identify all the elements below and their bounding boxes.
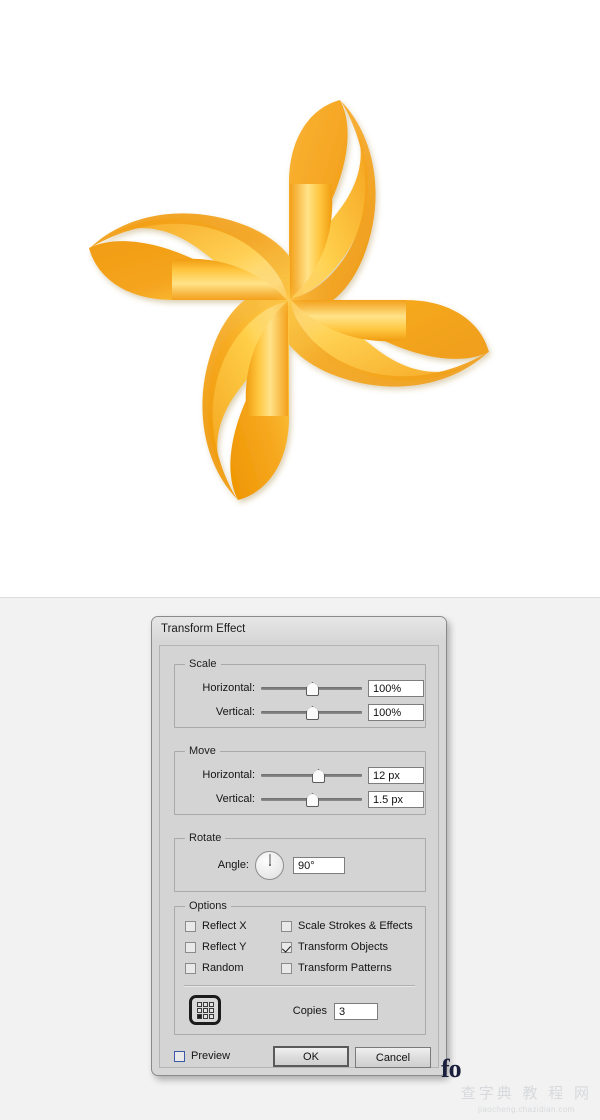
- move-horizontal-row: Horizontal: 12 px: [175, 766, 425, 784]
- illustration-panel: [0, 0, 600, 598]
- checkbox-scale-strokes-effects[interactable]: Scale Strokes & Effects: [281, 920, 413, 932]
- move-legend: Move: [185, 745, 220, 757]
- copies-label: Copies: [292, 1005, 327, 1017]
- angle-dial-hub: [268, 864, 271, 866]
- checkbox-reflect-x[interactable]: Reflect X: [185, 920, 247, 932]
- dialog-title: Transform Effect: [152, 617, 446, 641]
- anchor-cell-top-right[interactable]: [208, 1001, 214, 1007]
- scale-horizontal-slider[interactable]: [261, 682, 362, 696]
- checkbox-label: Scale Strokes & Effects: [298, 920, 413, 932]
- pinwheel-graphic: [89, 100, 489, 500]
- move-vertical-slider[interactable]: [261, 793, 362, 807]
- move-horizontal-field[interactable]: 12 px: [368, 766, 424, 784]
- slider-thumb[interactable]: [306, 793, 319, 807]
- checkbox-box[interactable]: [185, 962, 196, 974]
- angle-label: Angle:: [217, 859, 249, 871]
- anchor-cell-bottom-right[interactable]: [208, 1013, 214, 1019]
- reference-point-grid[interactable]: [196, 1001, 214, 1019]
- rotate-group: Rotate Angle: 90°: [174, 832, 426, 892]
- anchor-cell-middle-right[interactable]: [208, 1007, 214, 1013]
- anchor-cell-middle-center[interactable]: [202, 1007, 208, 1013]
- checkbox-box[interactable]: [174, 1050, 185, 1062]
- angle-dial[interactable]: [255, 850, 284, 880]
- scale-vertical-field[interactable]: 100%: [368, 703, 424, 721]
- options-group: Options Reflect X Reflect Y Random Scale…: [174, 900, 426, 1035]
- slider-thumb[interactable]: [306, 706, 319, 720]
- checkbox-label: Random: [202, 962, 244, 974]
- checkbox-box[interactable]: [281, 920, 292, 932]
- cancel-button[interactable]: Cancel: [355, 1047, 431, 1068]
- checkbox-box[interactable]: [281, 962, 292, 974]
- anchor-cell-top-left[interactable]: [196, 1001, 202, 1007]
- checkbox-label: Reflect Y: [202, 941, 247, 953]
- move-vertical-field[interactable]: 1.5 px: [368, 790, 424, 808]
- scale-vertical-label: Vertical:: [215, 706, 255, 718]
- ok-button[interactable]: OK: [273, 1046, 349, 1067]
- checkbox-box[interactable]: [281, 941, 292, 953]
- checkbox-label: Reflect X: [202, 920, 247, 932]
- scale-horizontal-field[interactable]: 100%: [368, 679, 424, 697]
- checkbox-box[interactable]: [185, 941, 196, 953]
- anchor-cell-middle-left[interactable]: [196, 1007, 202, 1013]
- slider-track: [261, 774, 362, 777]
- checkbox-label: Preview: [191, 1050, 231, 1062]
- scale-horizontal-label: Horizontal:: [202, 682, 255, 694]
- move-horizontal-label: Horizontal:: [202, 769, 255, 781]
- move-vertical-label: Vertical:: [215, 793, 255, 805]
- checkbox-label: Transform Objects: [298, 941, 389, 953]
- checkbox-random[interactable]: Random: [185, 962, 244, 974]
- watermark-url: jiaocheng.chazidian.com: [477, 1105, 575, 1114]
- options-legend: Options: [185, 900, 231, 912]
- scale-legend: Scale: [185, 658, 221, 670]
- angle-field[interactable]: 90°: [293, 856, 345, 874]
- anchor-cell-bottom-left[interactable]: [196, 1013, 202, 1019]
- slider-thumb[interactable]: [306, 682, 319, 696]
- scale-vertical-slider[interactable]: [261, 706, 362, 720]
- checkbox-box[interactable]: [185, 920, 196, 932]
- options-divider: [184, 985, 415, 987]
- move-group: Move Horizontal: 12 px Vertical: 1.5 px: [174, 745, 426, 815]
- reference-point-selector[interactable]: [189, 995, 221, 1025]
- partial-logo-glyph: fo: [441, 1054, 462, 1083]
- anchor-cell-bottom-center[interactable]: [202, 1013, 208, 1019]
- anchor-cell-top-center[interactable]: [202, 1001, 208, 1007]
- scale-vertical-row: Vertical: 100%: [175, 703, 425, 721]
- move-horizontal-slider[interactable]: [261, 769, 362, 783]
- scale-group: Scale Horizontal: 100% Vertical: 100%: [174, 658, 426, 728]
- dialog-body: Scale Horizontal: 100% Vertical: 100% Mo…: [159, 645, 439, 1068]
- rotate-legend: Rotate: [185, 832, 226, 844]
- checkbox-transform-objects[interactable]: Transform Objects: [281, 941, 388, 953]
- scale-horizontal-row: Horizontal: 100%: [175, 679, 425, 697]
- watermark-title: 查字典 教 程 网: [460, 1084, 592, 1102]
- checkbox-preview[interactable]: Preview: [174, 1050, 230, 1062]
- checkbox-reflect-y[interactable]: Reflect Y: [185, 941, 246, 953]
- checkbox-label: Transform Patterns: [298, 962, 392, 974]
- copies-field[interactable]: 3: [334, 1002, 378, 1020]
- transform-effect-dialog: Transform Effect Scale Horizontal: 100% …: [151, 616, 447, 1076]
- watermark: 查字典 教 程 网 jiaocheng.chazidian.com: [461, 1082, 592, 1114]
- move-vertical-row: Vertical: 1.5 px: [175, 790, 425, 808]
- copies-row: Copies 3: [285, 1002, 415, 1020]
- rotate-angle-row: Angle: 90°: [175, 850, 425, 880]
- checkbox-transform-patterns[interactable]: Transform Patterns: [281, 962, 392, 974]
- slider-thumb[interactable]: [312, 769, 326, 783]
